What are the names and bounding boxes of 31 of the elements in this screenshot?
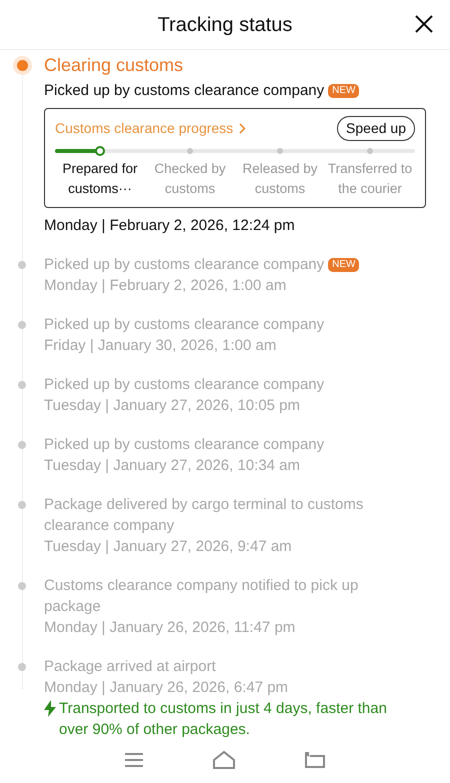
step-label: Released by customs: [241, 160, 319, 198]
new-badge: NEW: [328, 84, 360, 98]
menu-icon[interactable]: [124, 752, 144, 768]
speed-up-button[interactable]: Speed up: [337, 116, 415, 141]
event-text: Picked up by customs clearance company: [44, 256, 324, 273]
event-text: Picked up by customs clearance company: [44, 82, 324, 99]
chevron-right-icon: [239, 123, 246, 134]
window-title: Tracking status: [158, 12, 292, 38]
step-label: Checked by customs: [153, 160, 227, 198]
event-text: Picked up by customs clearance company: [44, 316, 324, 333]
event-date: Monday | February 2, 2026, 1:00 am: [44, 276, 288, 296]
speed-note: Transported to customs in just 4 days, faster than over 90% of other packages.: [59, 699, 388, 737]
event-text: Customs clearance company notified to pick up package: [44, 577, 358, 615]
new-badge: NEW: [328, 258, 360, 272]
status-heading: Clearing customs: [44, 54, 184, 76]
event-date: Tuesday | January 27, 2026, 9:47 am: [44, 537, 293, 557]
event-date: Tuesday | January 27, 2026, 10:05 pm: [44, 396, 302, 416]
event-text: Picked up by customs clearance company: [44, 436, 324, 453]
event-text: Package arrived at airport: [44, 658, 216, 675]
event-date: Monday | January 26, 2026, 6:47 pm: [44, 678, 290, 698]
home-icon[interactable]: [212, 750, 236, 770]
step-label: Prepared for customs···: [61, 160, 139, 198]
back-icon[interactable]: [304, 751, 326, 769]
event-date: Monday | January 26, 2026, 11:47 pm: [44, 618, 296, 638]
lightning-icon: [44, 700, 56, 717]
event-text: Picked up by customs clearance company: [44, 376, 324, 393]
event-date: Monday | February 2, 2026, 12:24 pm: [44, 216, 296, 236]
event-date: Tuesday | January 27, 2026, 10:34 am: [44, 456, 302, 476]
event-text: Package delivered by cargo terminal to customs clearance company: [44, 496, 364, 534]
event-date: Friday | January 30, 2026, 1:00 am: [44, 336, 278, 356]
step-label: Transferred to the courier: [326, 160, 414, 198]
